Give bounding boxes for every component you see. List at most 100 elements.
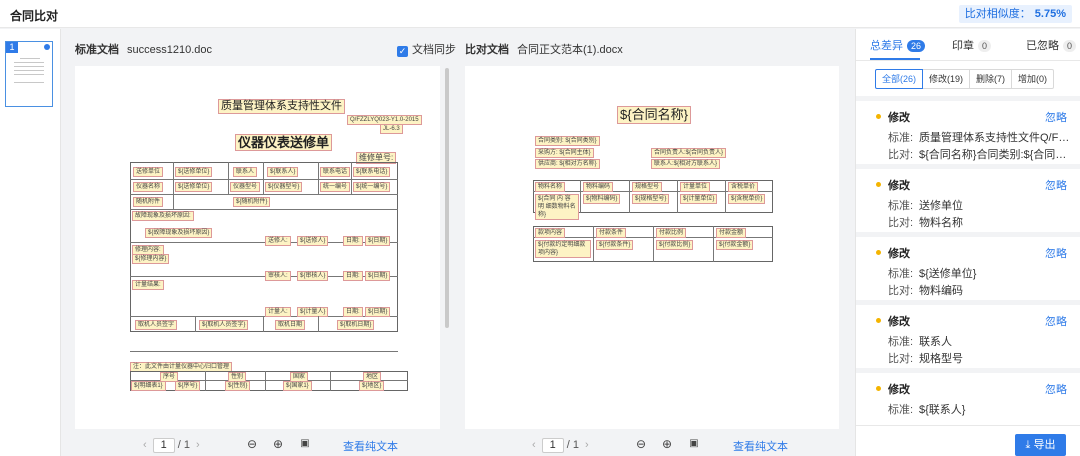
thumbnail-diff-dot-icon <box>44 44 50 50</box>
modify-dot-icon <box>876 182 881 187</box>
diff-compare-row: 比对: 规格型号 <box>888 350 1073 366</box>
tab-label: 已忽略 <box>1026 40 1059 52</box>
contract-type-line: 合同类别: ${合同类别} <box>535 136 600 146</box>
standard-key: 标准: <box>888 268 914 280</box>
calib-date-label: 日期: <box>343 307 363 317</box>
sender-label: 送修人: <box>265 236 291 246</box>
table-rule <box>351 162 352 194</box>
ignore-link[interactable]: 忽略 <box>1045 381 1067 397</box>
t1-row-price: ${含税单价} <box>728 194 766 204</box>
t1-row-name: ${合同 内 容 明 细数物料名称} <box>535 194 579 220</box>
zoom-in-icon[interactable]: ⊕ <box>660 437 674 451</box>
contract-title: ${合同名称} <box>617 106 691 124</box>
t1-row-spec: ${规格型号} <box>632 194 670 204</box>
diff-standard-row: 标准: ${送修单位} <box>888 265 1073 281</box>
supplier-line: 供应商: ${相对方名称} <box>535 159 600 169</box>
cell-serial-label: 统一编号 <box>320 182 351 192</box>
left-pane-label: 标准文档 <box>75 44 119 56</box>
sync-toggle[interactable]: ✓ 文档同步 <box>397 36 456 64</box>
diff-item[interactable]: 修改 忽略 标准: 联系人 比对: 规格型号 <box>856 305 1080 368</box>
compare-value: 物料编码 <box>919 285 963 297</box>
t2-head-amount: 付款金额 <box>716 228 747 238</box>
thumbnail-line <box>20 58 40 59</box>
page-separator: / <box>177 439 181 451</box>
doc-title: 仪器仪表送修单 <box>235 134 333 151</box>
table-rule <box>195 316 196 332</box>
standard-value: ${送修单位} <box>919 268 977 280</box>
fit-page-icon[interactable]: ▣ <box>298 437 312 451</box>
prev-page-icon[interactable]: ‹ <box>143 439 147 451</box>
active-tab-underline <box>870 58 920 60</box>
zoom-out-icon[interactable]: ⊖ <box>245 437 259 451</box>
tab-ignored[interactable]: 已忽略 0 <box>1026 37 1077 53</box>
ignore-link[interactable]: 忽略 <box>1045 245 1067 261</box>
fit-page-icon[interactable]: ▣ <box>687 437 701 451</box>
reviewer-var: ${审核人} <box>297 271 329 281</box>
t2-row-content: ${付款约定明细款项内容} <box>535 240 591 258</box>
tab-seal[interactable]: 印章 0 <box>952 37 992 53</box>
compare-value: 物料名称 <box>919 217 963 229</box>
t2-head-condition: 付款条件 <box>596 228 627 238</box>
fault-label: 故障现象及损坏原因: <box>132 211 194 221</box>
ignore-link[interactable]: 忽略 <box>1045 313 1067 329</box>
cell-model-label: 仪器型号 <box>230 182 261 192</box>
next-page-icon[interactable]: › <box>196 439 200 451</box>
filter-all[interactable]: 全部(26) <box>875 69 924 89</box>
diff-item[interactable]: 修改 忽略 标准: 质量管理体系支持性文件Q/FZZ... 比对: ${合同名称}合… <box>856 101 1080 164</box>
table-rule <box>205 371 206 391</box>
filter-added[interactable]: 增加(0) <box>1011 69 1055 89</box>
ignore-link[interactable]: 忽略 <box>1045 177 1067 193</box>
table-rule <box>318 316 319 332</box>
cell-phone-var: ${联系电话} <box>353 167 391 177</box>
standard-value: ${联系人} <box>919 404 966 416</box>
table-rule <box>130 209 398 210</box>
sync-label: 文档同步 <box>412 44 456 56</box>
sender-var: ${送修人} <box>297 236 329 246</box>
export-button[interactable]: ⤓ 导出 <box>1015 434 1066 456</box>
cell-contact-label: 联系人 <box>233 167 258 177</box>
thumbnail-line <box>14 62 44 63</box>
page-number-input[interactable]: 1 <box>541 438 564 453</box>
thumbnail-sidebar: 1 <box>0 29 61 456</box>
left-pane-scrollbar[interactable] <box>445 68 449 328</box>
diff-type: 修改 <box>888 248 910 260</box>
tab-divider <box>856 60 1080 61</box>
tab-total-diff[interactable]: 总差异 26 <box>870 37 926 53</box>
diff-item[interactable]: 修改 忽略 标准: ${联系人} <box>856 373 1080 425</box>
table-rule <box>263 162 264 194</box>
diff-item[interactable]: 修改 忽略 标准: 送修单位 比对: 物料名称 <box>856 169 1080 232</box>
table-rule <box>330 371 331 391</box>
prev-page-icon[interactable]: ‹ <box>532 439 536 451</box>
filter-deleted[interactable]: 删除(7) <box>969 69 1013 89</box>
modify-dot-icon <box>876 114 881 119</box>
view-plain-text-link[interactable]: 查看纯文本 <box>733 438 788 454</box>
supplier-contact-line: 联系人:${相对方联系人} <box>651 159 721 169</box>
footer-row-no: ${序号} <box>175 381 201 391</box>
left-pager: ‹ 1 / 1 › <box>137 438 206 454</box>
page-number-input[interactable]: 1 <box>152 438 175 453</box>
t1-head-spec: 规格型号 <box>632 182 663 192</box>
t1-row-code: ${物料编码} <box>583 194 621 204</box>
reviewer-label: 审核人: <box>265 271 291 281</box>
ignore-link[interactable]: 忽略 <box>1045 109 1067 125</box>
standard-value: 联系人 <box>919 336 952 348</box>
modify-dot-icon <box>876 250 881 255</box>
export-label: 导出 <box>1033 439 1056 451</box>
t1-head-code: 物料编码 <box>583 182 614 192</box>
contract-owner-line: 合同负责人:${合同负责人} <box>651 148 727 158</box>
buyer-line: 采购方: ${合同主体} <box>535 148 594 158</box>
zoom-in-icon[interactable]: ⊕ <box>271 437 285 451</box>
diff-item[interactable]: 修改 忽略 标准: ${送修单位} 比对: 物料编码 <box>856 237 1080 300</box>
zoom-out-icon[interactable]: ⊖ <box>634 437 648 451</box>
diff-type: 修改 <box>888 384 910 396</box>
right-pane-filename: 合同正文范本(1).docx <box>517 44 623 56</box>
app-title: 合同比对 <box>10 9 59 23</box>
checkbox-checked-icon[interactable]: ✓ <box>397 46 408 57</box>
right-pane-label: 比对文档 <box>465 44 509 56</box>
cell-serial-var: ${统一编号} <box>353 182 391 192</box>
filter-modified[interactable]: 修改(19) <box>922 69 971 89</box>
page-thumbnail[interactable]: 1 <box>5 41 53 107</box>
next-page-icon[interactable]: › <box>585 439 589 451</box>
view-plain-text-link[interactable]: 查看纯文本 <box>343 438 398 454</box>
fault-var: ${故障现象及损坏原因} <box>145 228 213 238</box>
